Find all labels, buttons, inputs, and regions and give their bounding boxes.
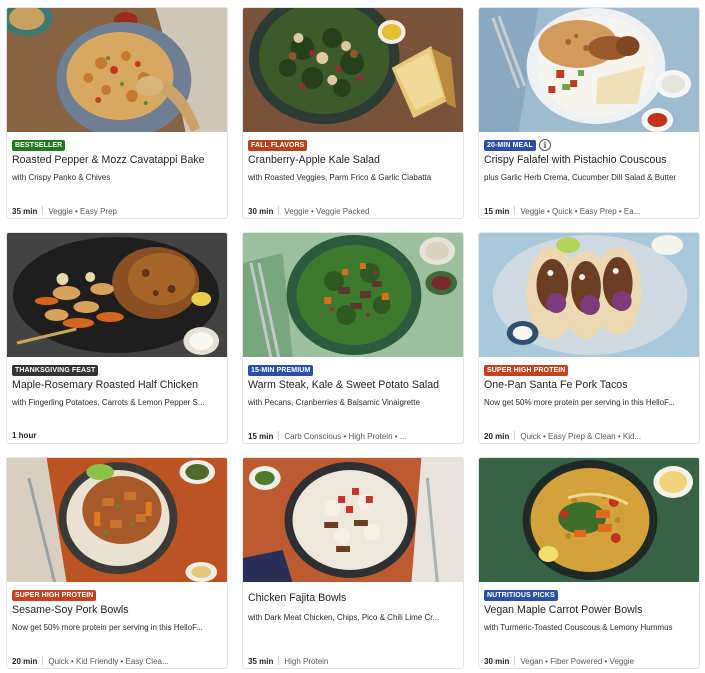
meta-divider [42,206,44,215]
meta-divider [278,656,280,665]
falafel-couscous-photo[interactable] [479,8,699,132]
fajita-bowls-photo[interactable] [243,458,463,582]
power-bowls-photo[interactable] [479,458,699,582]
recipe-tags: Quick • Easy Prep & Clean • Kid... [520,432,642,441]
recipe-tags: High Protein [284,657,329,666]
recipe-meta: 35 min Veggie • Easy Prep [12,206,224,216]
meta-divider [514,206,516,215]
recipe-meta: 30 min Vegan • Fiber Powered • Veggie [484,656,696,666]
cook-time: 15 min [484,207,510,216]
recipe-title[interactable]: Cranberry-Apple Kale Salad [248,154,460,166]
recipe-meta: 20 min Quick • Easy Prep & Clean • Kid... [484,431,696,441]
recipe-title[interactable]: Crispy Falafel with Pistachio Couscous [484,154,696,166]
recipe-title[interactable]: Roasted Pepper & Mozz Cavatappi Bake [12,154,224,166]
recipe-subtitle: Now get 50% more protein per serving in … [12,623,203,632]
cook-time: 30 min [484,657,510,666]
recipe-card[interactable]: SUPER HIGH PROTEIN One-Pan Santa Fe Pork… [478,232,700,444]
recipe-card[interactable]: SUPER HIGH PROTEIN Sesame-Soy Pork Bowls… [6,457,228,669]
recipe-tags: Veggie • Quick • Easy Prep • Ea... [520,207,641,216]
recipe-title[interactable]: Chicken Fajita Bowls [248,592,460,604]
recipe-meta: 1 hour [12,431,224,440]
recipe-meta: 20 min Quick • Kid Friendly • Easy Clea..… [12,656,224,666]
recipe-subtitle: with Pecans, Cranberries & Balsamic Vina… [248,398,420,407]
recipe-grid: BESTSELLER Roasted Pepper & Mozz Cavatap… [0,0,705,673]
recipe-card[interactable]: Chicken Fajita Bowls with Dark Meat Chic… [242,457,464,669]
recipe-meta: 15 min Carb Conscious • High Protein • ..… [248,431,460,441]
cook-time: 1 hour [12,431,37,440]
recipe-tags: Carb Conscious • High Protein • ... [284,432,407,441]
steak-salad-photo[interactable] [243,233,463,357]
recipe-subtitle: with Roasted Veggies, Parm Frico & Garli… [248,173,432,182]
cook-time: 35 min [248,657,274,666]
recipe-title[interactable]: Vegan Maple Carrot Power Bowls [484,604,696,616]
recipe-meta: 15 min Veggie • Quick • Easy Prep • Ea... [484,206,696,216]
recipe-badge: THANKSGIVING FEAST [12,365,99,376]
recipe-badge: SUPER HIGH PROTEIN [12,590,97,601]
recipe-title[interactable]: Maple-Rosemary Roasted Half Chicken [12,379,224,391]
recipe-subtitle: plus Garlic Herb Crema, Cucumber Dill Sa… [484,173,677,182]
meta-divider [278,206,280,215]
recipe-badge: 20-MIN MEAL [484,140,536,151]
recipe-subtitle: with Fingerling Potatoes, Carrots & Lemo… [12,398,205,407]
recipe-subtitle: Now get 50% more protein per serving in … [484,398,675,407]
cook-time: 20 min [484,432,510,441]
cook-time: 30 min [248,207,274,216]
meta-divider [42,656,44,665]
meta-divider [278,431,280,440]
info-icon[interactable]: i [539,139,551,151]
recipe-badge: 15-MIN PREMIUM [248,365,314,376]
meta-divider [514,656,516,665]
recipe-subtitle: with Crispy Panko & Chives [12,173,111,182]
recipe-badge: SUPER HIGH PROTEIN [484,365,569,376]
recipe-tags: Quick • Kid Friendly • Easy Clea... [48,657,169,666]
recipe-tags: Veggie • Easy Prep [48,207,117,216]
recipe-badge: FALL FLAVORS [248,140,308,151]
recipe-title[interactable]: Sesame-Soy Pork Bowls [12,604,224,616]
cavatappi-bake-photo[interactable] [7,8,227,132]
recipe-card[interactable]: FALL FLAVORS Cranberry-Apple Kale Salad … [242,7,464,219]
recipe-title[interactable]: One-Pan Santa Fe Pork Tacos [484,379,696,391]
roasted-chicken-photo[interactable] [7,233,227,357]
recipe-subtitle: with Dark Meat Chicken, Chips, Pico & Ch… [248,613,440,622]
recipe-tags: Veggie • Veggie Packed [284,207,370,216]
recipe-badge: NUTRITIOUS PICKS [484,590,558,601]
cook-time: 15 min [248,432,274,441]
kale-salad-photo[interactable] [243,8,463,132]
pork-bowls-photo[interactable] [7,458,227,582]
recipe-meta: 35 min High Protein [248,656,460,666]
recipe-card[interactable]: THANKSGIVING FEAST Maple-Rosemary Roaste… [6,232,228,444]
recipe-subtitle: with Turmeric-Toasted Couscous & Lemony … [484,623,673,632]
recipe-card[interactable]: 15-MIN PREMIUM Warm Steak, Kale & Sweet … [242,232,464,444]
meta-divider [514,431,516,440]
pork-tacos-photo[interactable] [479,233,699,357]
recipe-badge: BESTSELLER [12,140,66,151]
recipe-meta: 30 min Veggie • Veggie Packed [248,206,460,216]
recipe-title[interactable]: Warm Steak, Kale & Sweet Potato Salad [248,379,460,391]
recipe-card[interactable]: NUTRITIOUS PICKS Vegan Maple Carrot Powe… [478,457,700,669]
cook-time: 35 min [12,207,38,216]
cook-time: 20 min [12,657,38,666]
recipe-card[interactable]: BESTSELLER Roasted Pepper & Mozz Cavatap… [6,7,228,219]
recipe-tags: Vegan • Fiber Powered • Veggie [520,657,635,666]
recipe-card[interactable]: 20-MIN MEAL i Crispy Falafel with Pistac… [478,7,700,219]
